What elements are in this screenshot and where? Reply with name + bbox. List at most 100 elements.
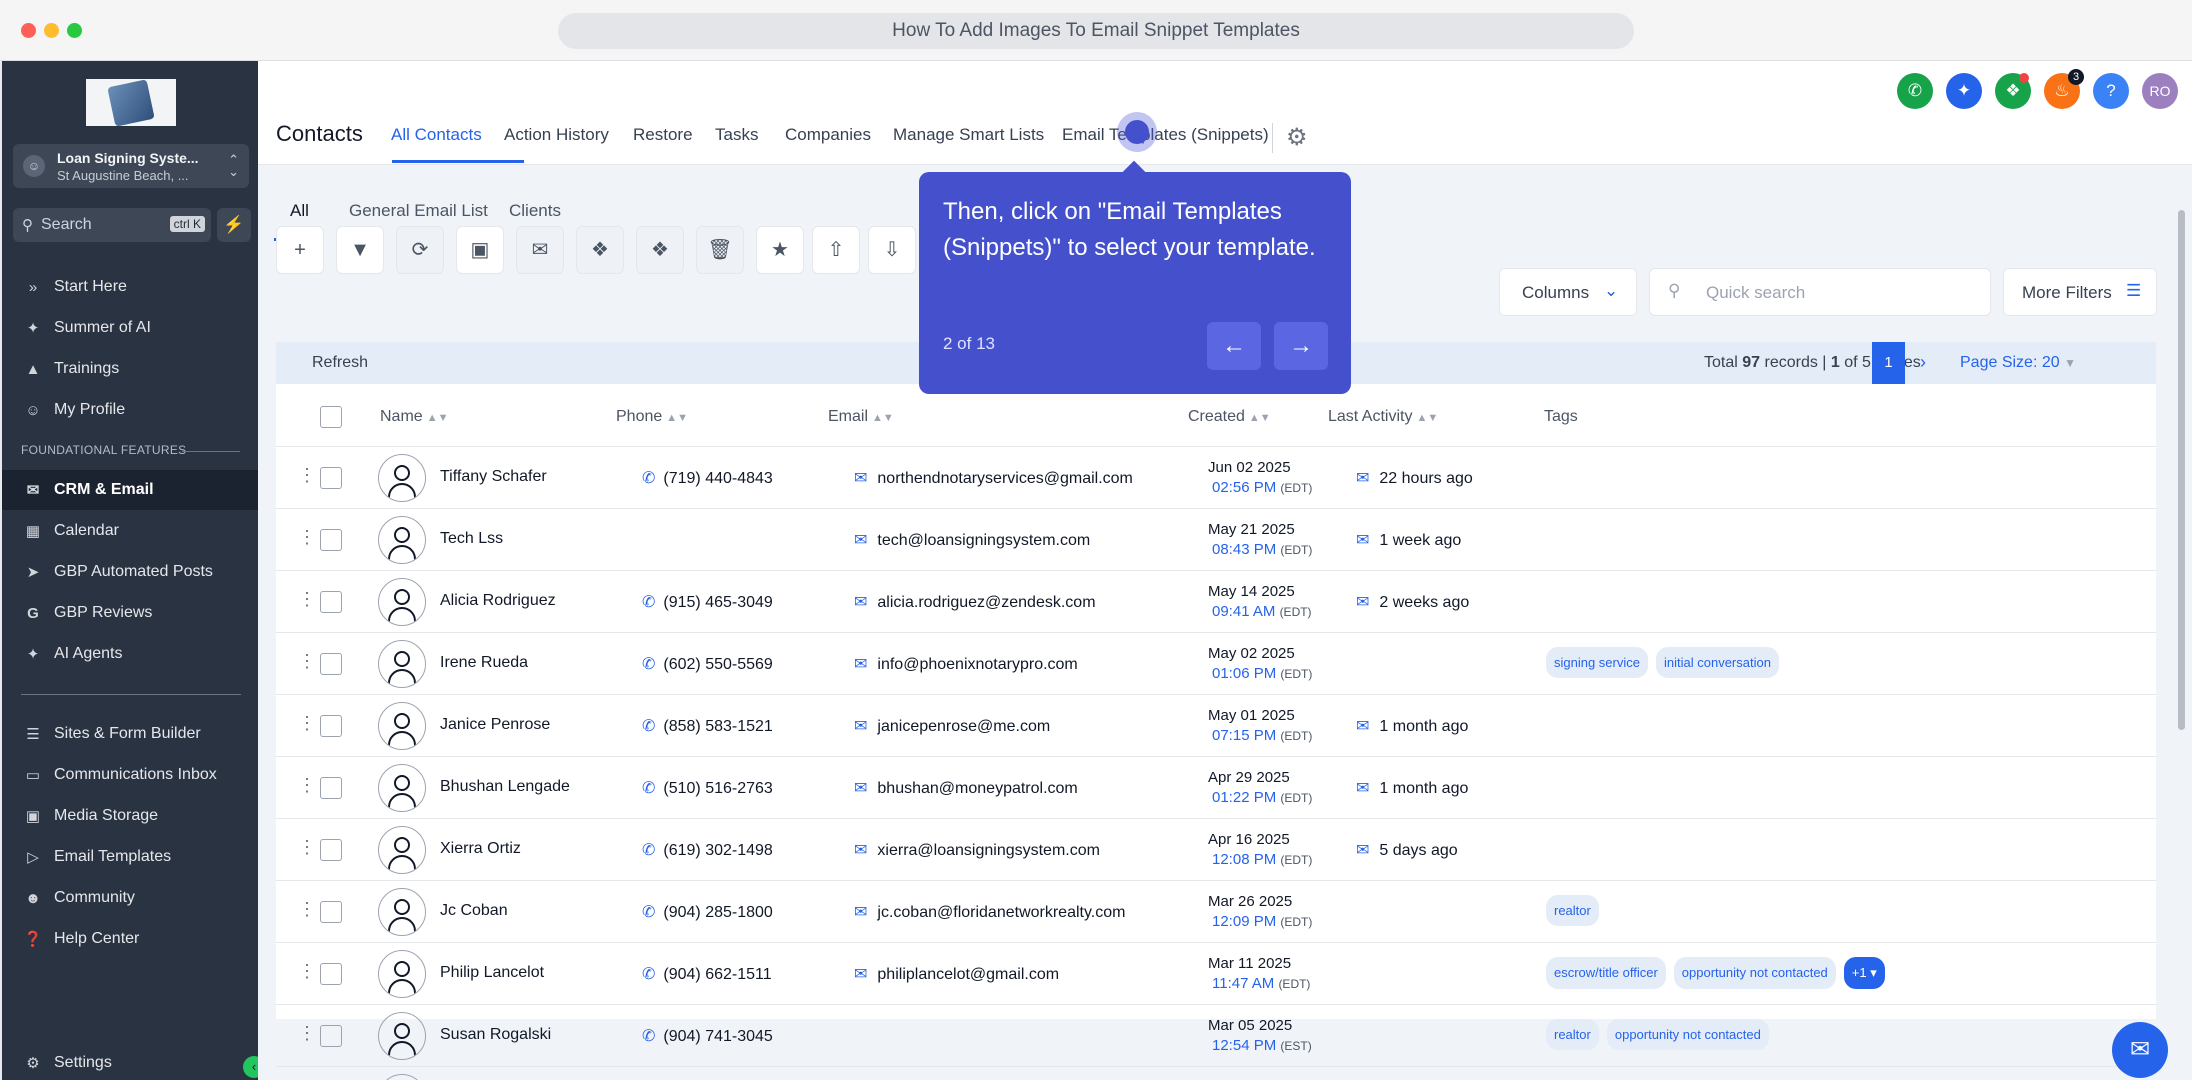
tag-chip[interactable]: opportunity not contacted <box>1606 1019 1769 1050</box>
row-checkbox[interactable] <box>320 529 342 551</box>
contact-email[interactable]: ✉ alicia.rodriguez@zendesk.com <box>854 592 1096 612</box>
sidebar-search[interactable]: ⚲ Search ctrl K <box>13 208 211 242</box>
phone-button[interactable]: ✆ <box>1897 73 1933 109</box>
contact-phone[interactable]: ✆ (904) 662-1511 <box>642 964 772 984</box>
contact-phone[interactable]: ✆ (915) 465-3049 <box>642 592 773 612</box>
table-row[interactable]: ⋮ Irene Rueda ✆ (602) 550-5569 ✉ info@phoenix… <box>276 632 2156 694</box>
table-row[interactable]: ⋮ Janice Penrose ✆ (858) 583-1521 ✉ janicepen… <box>276 694 2156 756</box>
add-tag-button[interactable]: ❖ <box>576 226 624 274</box>
delete-button[interactable]: 🗑 <box>696 226 744 274</box>
column-header-name[interactable]: Name ▲▼ <box>380 408 448 426</box>
sidebar-item-my-profile[interactable]: ☺ My Profile <box>2 390 258 430</box>
contact-email[interactable]: ✉ philiplancelot@gmail.com <box>854 964 1059 984</box>
contact-avatar[interactable] <box>378 826 426 874</box>
row-checkbox[interactable] <box>320 963 342 985</box>
remove-tag-button[interactable]: ❖ <box>636 226 684 274</box>
columns-button[interactable]: Columns ⌄ <box>1499 268 1637 316</box>
sidebar-item-gbp-posts[interactable]: ➤ GBP Automated Posts <box>2 552 258 592</box>
tag-chip[interactable]: signing service <box>1546 647 1648 678</box>
sidebar-item-summer-of-ai[interactable]: ✦ Summer of AI <box>2 308 258 348</box>
notifications-button[interactable]: ♨ 3 <box>2044 69 2084 109</box>
sidebar-item-sites-forms[interactable]: ☰ Sites & Form Builder <box>2 714 258 754</box>
tag-chip[interactable]: escrow/title officer <box>1546 957 1666 989</box>
drag-handle-icon[interactable]: ⋮ <box>298 1023 316 1044</box>
contact-avatar[interactable] <box>378 640 426 688</box>
page-scrollbar[interactable] <box>2178 210 2185 730</box>
minimize-window-button[interactable] <box>44 23 59 38</box>
sidebar-item-media-storage[interactable]: ▣ Media Storage <box>2 796 258 836</box>
table-row[interactable]: ⋮ Alicia Rodriguez ✆ (915) 465-3049 ✉ alicia.… <box>276 570 2156 632</box>
table-row[interactable]: ⋮ Jc Coban ✆ (904) 285-1800 ✉ jc.coban@florid… <box>276 880 2156 942</box>
maximize-window-button[interactable] <box>67 23 82 38</box>
row-checkbox[interactable] <box>320 653 342 675</box>
column-header-email[interactable]: Email ▲▼ <box>828 408 894 426</box>
quick-search-input[interactable]: ⚲ Quick search <box>1649 268 1991 316</box>
drag-handle-icon[interactable]: ⋮ <box>298 713 316 734</box>
contact-avatar[interactable] <box>378 454 426 502</box>
contact-name[interactable]: Philip Lancelot <box>440 964 544 982</box>
contact-avatar[interactable] <box>378 702 426 750</box>
table-row[interactable]: ⋮ Susan Rogalski ✆ (904) 741-3045 Mar 05 202… <box>276 1004 2156 1066</box>
add-contact-button[interactable]: + <box>276 226 324 274</box>
contact-name[interactable]: Xierra Ortiz <box>440 840 521 858</box>
tab-tasks[interactable]: Tasks <box>715 125 758 145</box>
drag-handle-icon[interactable]: ⋮ <box>298 527 316 548</box>
drag-handle-icon[interactable]: ⋮ <box>298 961 316 982</box>
column-header-created[interactable]: Created ▲▼ <box>1188 408 1271 426</box>
tab-restore[interactable]: Restore <box>633 125 693 145</box>
contact-name[interactable]: Tiffany Schafer <box>440 468 547 486</box>
subtab-general-email-list[interactable]: General Email List <box>349 201 488 221</box>
contact-email[interactable]: ✉ tech@loansigningsystem.com <box>854 530 1090 550</box>
table-row[interactable]: ⋮ Tiffany Schafer ✆ (719) 440-4843 ✉ northend… <box>276 446 2156 508</box>
contact-avatar[interactable] <box>378 1074 426 1080</box>
table-row[interactable]: ⋮ Xierra Ortiz ✆ (619) 302-1498 ✉ xierra@loan… <box>276 818 2156 880</box>
contact-phone[interactable]: ✆ (510) 516-2763 <box>642 778 773 798</box>
gear-icon[interactable]: ⚙ <box>1286 123 1308 152</box>
export-button[interactable]: ⇧ <box>812 226 860 274</box>
chat-widget-button[interactable]: ✉ <box>2112 1022 2168 1078</box>
import-button[interactable]: ⇩ <box>868 226 916 274</box>
drag-handle-icon[interactable]: ⋮ <box>298 589 316 610</box>
quick-action-button[interactable]: ⚡ <box>217 208 251 242</box>
user-avatar[interactable]: RO <box>2142 73 2178 109</box>
drag-handle-icon[interactable]: ⋮ <box>298 651 316 672</box>
row-checkbox[interactable] <box>320 591 342 613</box>
filter-button[interactable]: ▼ <box>336 226 384 274</box>
row-checkbox[interactable] <box>320 839 342 861</box>
sidebar-item-trainings[interactable]: ▲ Trainings <box>2 349 258 389</box>
tab-all-contacts[interactable]: All Contacts <box>391 125 482 145</box>
contact-name[interactable]: Jc Coban <box>440 902 508 920</box>
contact-avatar[interactable] <box>378 516 426 564</box>
row-checkbox[interactable] <box>320 467 342 489</box>
tab-email-templates-snippets[interactable]: Email Templates (Snippets) <box>1062 125 1269 145</box>
subtab-all[interactable]: All <box>290 201 309 221</box>
contact-name[interactable]: Janice Penrose <box>440 716 550 734</box>
table-row[interactable]: ⋮ Bhushan Lengade ✆ (510) 516-2763 ✉ bhushan@… <box>276 756 2156 818</box>
star-button[interactable]: ★ <box>756 226 804 274</box>
contact-avatar[interactable] <box>378 764 426 812</box>
contact-phone[interactable]: ✆ (904) 285-1800 <box>642 902 773 922</box>
tab-manage-smart-lists[interactable]: Manage Smart Lists <box>893 125 1044 145</box>
contact-name[interactable]: Bhushan Lengade <box>440 778 570 796</box>
tour-prev-button[interactable]: ← <box>1207 322 1261 370</box>
help-button[interactable]: ? <box>2093 73 2129 109</box>
drag-handle-icon[interactable]: ⋮ <box>298 899 316 920</box>
tour-hotspot[interactable] <box>1117 112 1157 152</box>
ai-assistant-button[interactable]: ✦ <box>1946 73 1982 109</box>
contact-email[interactable]: ✉ info@phoenixnotarypro.com <box>854 654 1078 674</box>
contact-email[interactable]: ✉ xierra@loansigningsystem.com <box>854 840 1100 860</box>
contact-email[interactable]: ✉ janicepenrose@me.com <box>854 716 1050 736</box>
company-logo[interactable] <box>86 78 176 127</box>
contact-name[interactable]: Irene Rueda <box>440 654 528 672</box>
contact-phone[interactable]: ✆ (619) 302-1498 <box>642 840 773 860</box>
refresh-button[interactable]: Refresh <box>312 354 368 372</box>
contact-phone[interactable]: ✆ (858) 583-1521 <box>642 716 773 736</box>
contact-email[interactable]: ✉ jc.coban@floridanetworkrealty.com <box>854 902 1125 922</box>
contact-name[interactable]: Susan Rogalski <box>440 1026 551 1044</box>
column-header-last-activity[interactable]: Last Activity ▲▼ <box>1328 408 1438 426</box>
table-row[interactable]: ⋮Joanna MelocheMar 03 2025 <box>276 1066 2156 1080</box>
tour-next-button[interactable]: → <box>1274 322 1328 370</box>
tag-chip[interactable]: realtor <box>1546 895 1599 926</box>
contact-phone[interactable]: ✆ (602) 550-5569 <box>642 654 773 674</box>
tab-action-history[interactable]: Action History <box>504 125 609 145</box>
